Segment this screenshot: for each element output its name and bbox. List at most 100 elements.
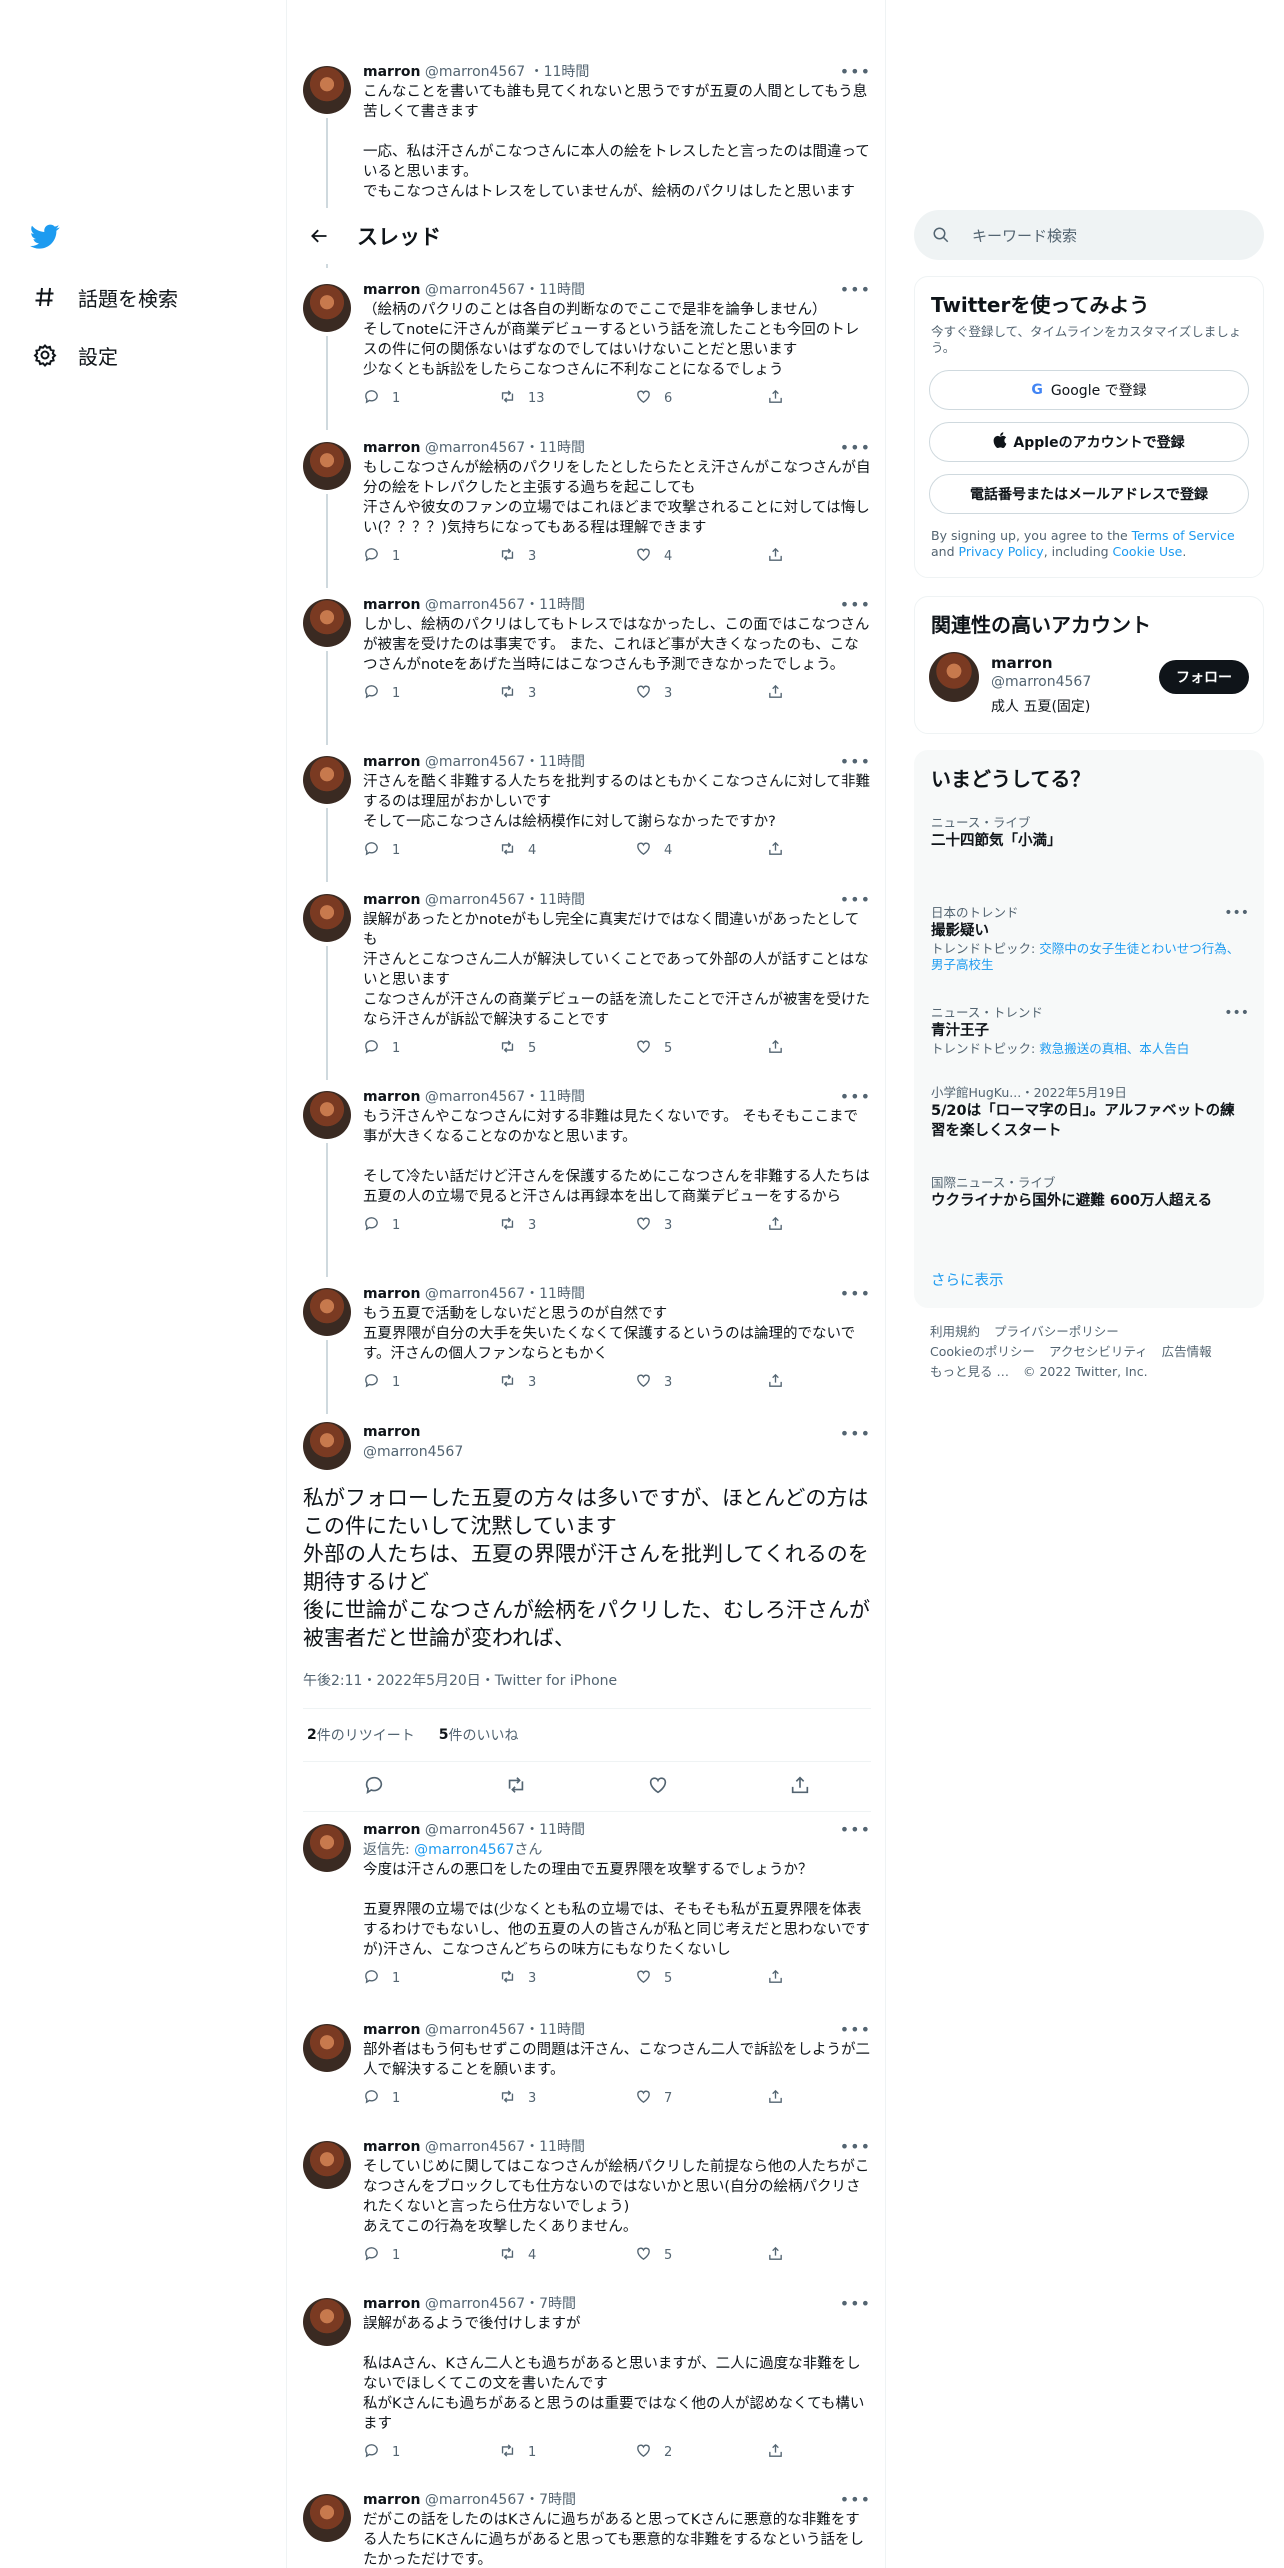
avatar[interactable] xyxy=(303,442,351,490)
like-button[interactable]: 5 xyxy=(635,2245,672,2265)
trend-item[interactable]: 国際ニュース・ライブ ウクライナから国外に避難 600万人超える xyxy=(915,1175,1263,1211)
trend-item[interactable]: 小学館HugKu...・2022年5月19日 5/20は「ローマ字の日」。アルファ… xyxy=(915,1085,1263,1141)
footer-link[interactable]: Cookieのポリシー xyxy=(930,1344,1035,1359)
reply-button[interactable]: 1 xyxy=(363,2088,400,2108)
retweet-button[interactable]: 3 xyxy=(499,1372,536,1392)
author-name[interactable]: marron xyxy=(363,2139,420,2155)
main-tweet-timestamp[interactable]: 午後2:11・2022年5月20日・Twitter for iPhone xyxy=(303,1670,617,1690)
google-signup-button[interactable]: G Google で登録 xyxy=(929,370,1249,410)
author-handle[interactable]: @marron4567 xyxy=(425,2492,525,2508)
author-handle[interactable]: @marron4567 xyxy=(425,440,525,456)
footer-link[interactable]: アクセシビリティ xyxy=(1049,1344,1148,1359)
author-name[interactable]: marron xyxy=(363,754,420,770)
reply-button[interactable]: 1 xyxy=(363,2442,400,2462)
more-icon[interactable]: ••• xyxy=(1224,1005,1249,1021)
nav-settings[interactable]: 設定 xyxy=(30,330,118,380)
share-button[interactable] xyxy=(767,1968,784,1988)
reply-button[interactable]: 1 xyxy=(363,840,400,860)
retweet-button[interactable]: 3 xyxy=(499,1968,536,1988)
author-name[interactable]: marron xyxy=(363,1424,420,1440)
avatar[interactable] xyxy=(303,1422,351,1470)
reply-button[interactable]: 1 xyxy=(363,1038,400,1058)
related-handle[interactable]: @marron4567 xyxy=(991,674,1091,690)
more-icon[interactable]: ••• xyxy=(840,2020,871,2039)
share-button[interactable] xyxy=(767,2442,784,2462)
phone-signup-button[interactable]: 電話番号またはメールアドレスで登録 xyxy=(929,474,1249,514)
share-button[interactable] xyxy=(767,1038,784,1058)
retweet-button[interactable]: 3 xyxy=(499,2088,536,2108)
reply-icon[interactable] xyxy=(363,1774,385,1800)
more-icon[interactable]: ••• xyxy=(840,2294,871,2313)
avatar[interactable] xyxy=(303,894,351,942)
author-name[interactable]: marron xyxy=(363,597,420,613)
apple-signup-button[interactable]: Appleのアカウントで登録 xyxy=(929,422,1249,462)
trend-topic-links[interactable]: 救急搬送の真相、本人告白 xyxy=(1039,1041,1189,1056)
like-button[interactable]: 6 xyxy=(635,388,672,408)
nav-explore[interactable]: 話題を検索 xyxy=(30,272,178,322)
like-count[interactable]: 5 xyxy=(439,1727,449,1743)
like-button[interactable]: 3 xyxy=(635,683,672,703)
avatar[interactable] xyxy=(303,284,351,332)
tweet-time[interactable]: 11時間 xyxy=(539,892,585,908)
avatar[interactable] xyxy=(303,66,351,114)
reply-button[interactable]: 1 xyxy=(363,2245,400,2265)
reply-button[interactable]: 1 xyxy=(363,683,400,703)
author-name[interactable]: marron xyxy=(363,2022,420,2038)
like-label[interactable]: 件のいいね xyxy=(449,1725,519,1745)
avatar[interactable] xyxy=(303,599,351,647)
more-icon[interactable]: ••• xyxy=(840,1284,871,1303)
more-icon[interactable]: ••• xyxy=(840,1820,871,1839)
avatar[interactable] xyxy=(303,2298,351,2346)
share-button[interactable] xyxy=(767,683,784,703)
author-name[interactable]: marron xyxy=(363,892,420,908)
avatar[interactable] xyxy=(303,2494,351,2542)
author-name[interactable]: marron xyxy=(363,2492,420,2508)
footer-link[interactable]: 広告情報 xyxy=(1162,1344,1212,1359)
author-handle[interactable]: @marron4567 xyxy=(425,64,525,80)
retweet-icon[interactable] xyxy=(505,1774,527,1800)
related-name[interactable]: marron xyxy=(991,654,1053,672)
like-button[interactable]: 3 xyxy=(635,1372,672,1392)
author-handle[interactable]: @marron4567 xyxy=(425,892,525,908)
avatar[interactable] xyxy=(929,652,979,702)
tweet-time[interactable]: 11時間 xyxy=(539,282,585,298)
author-name[interactable]: marron xyxy=(363,282,420,298)
retweet-button[interactable]: 3 xyxy=(499,683,536,703)
like-button[interactable]: 3 xyxy=(635,1215,672,1235)
author-handle[interactable]: @marron4567 xyxy=(363,1444,463,1460)
tweet-time[interactable]: 11時間 xyxy=(539,597,585,613)
related-account[interactable]: marron @marron4567 成人 五夏(固定) フォロー xyxy=(915,644,1263,724)
author-handle[interactable]: @marron4567 xyxy=(425,2022,525,2038)
like-button[interactable]: 4 xyxy=(635,546,672,566)
avatar[interactable] xyxy=(303,2141,351,2189)
author-name[interactable]: marron xyxy=(363,64,420,80)
like-button[interactable]: 5 xyxy=(635,1968,672,1988)
retweet-button[interactable]: 5 xyxy=(499,1038,536,1058)
author-name[interactable]: marron xyxy=(363,1822,420,1838)
author-handle[interactable]: @marron4567 xyxy=(425,1089,525,1105)
reply-button[interactable]: 1 xyxy=(363,388,400,408)
tweet-time[interactable]: 11時間 xyxy=(544,64,590,80)
author-handle[interactable]: @marron4567 xyxy=(425,1822,525,1838)
author-name[interactable]: marron xyxy=(363,1089,420,1105)
tweet-time[interactable]: 11時間 xyxy=(539,1089,585,1105)
more-icon[interactable]: ••• xyxy=(840,595,871,614)
retweet-button[interactable]: 4 xyxy=(499,2245,536,2265)
more-icon[interactable]: ••• xyxy=(840,280,871,299)
more-icon[interactable]: ••• xyxy=(1224,905,1249,921)
more-icon[interactable]: ••• xyxy=(840,2137,871,2156)
author-name[interactable]: marron xyxy=(363,2296,420,2312)
reply-to-link[interactable]: @marron4567 xyxy=(414,1842,514,1858)
share-button[interactable] xyxy=(767,546,784,566)
search-input[interactable]: キーワード検索 xyxy=(914,210,1264,260)
avatar[interactable] xyxy=(303,2024,351,2072)
retweet-button[interactable]: 4 xyxy=(499,840,536,860)
retweet-button[interactable]: 3 xyxy=(499,1215,536,1235)
author-name[interactable]: marron xyxy=(363,440,420,456)
author-name[interactable]: marron xyxy=(363,1286,420,1302)
footer-link[interactable]: プライバシーポリシー xyxy=(994,1324,1119,1339)
share-button[interactable] xyxy=(767,2088,784,2108)
retweet-count[interactable]: 2 xyxy=(307,1727,317,1743)
more-icon[interactable]: ••• xyxy=(840,62,871,81)
share-button[interactable] xyxy=(767,388,784,408)
